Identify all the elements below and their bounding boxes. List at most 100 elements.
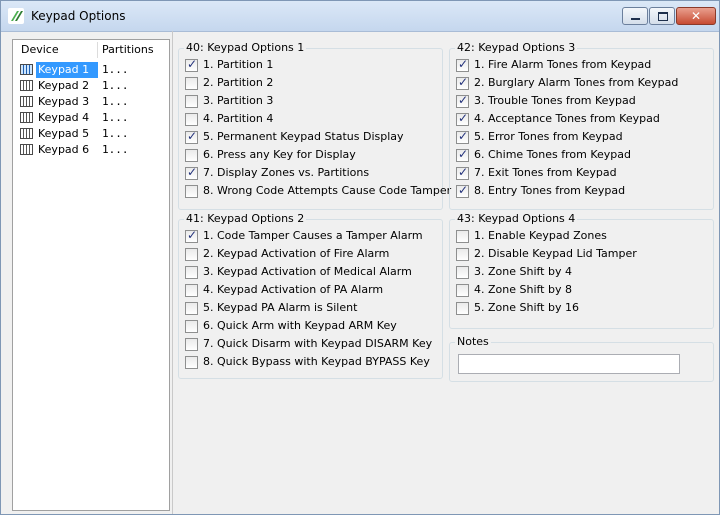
- keypad-icon: [20, 80, 33, 91]
- app-logo-icon: [8, 8, 24, 24]
- option-label[interactable]: 5. Keypad PA Alarm is Silent: [203, 301, 357, 314]
- device-partitions: 1...: [102, 111, 129, 124]
- checkbox[interactable]: [185, 302, 198, 315]
- checkbox[interactable]: [456, 183, 469, 198]
- checkbox[interactable]: [456, 284, 469, 297]
- option-label[interactable]: 4. Partition 4: [203, 112, 273, 125]
- option-label[interactable]: 6. Chime Tones from Keypad: [474, 148, 631, 161]
- device-row[interactable]: Keypad 2 1...: [17, 78, 169, 94]
- option-label[interactable]: 1. Enable Keypad Zones: [474, 229, 607, 242]
- maximize-icon: [658, 12, 668, 21]
- group-keypad-options-2: 41: Keypad Options 2 1. Code Tamper Caus…: [178, 212, 443, 379]
- device-row[interactable]: Keypad 5 1...: [17, 126, 169, 142]
- option-label[interactable]: 3. Keypad Activation of Medical Alarm: [203, 265, 412, 278]
- column-header-device[interactable]: Device: [21, 43, 59, 56]
- option-label[interactable]: 5. Permanent Keypad Status Display: [203, 130, 404, 143]
- checkbox[interactable]: [185, 95, 198, 108]
- checkbox[interactable]: [185, 129, 198, 144]
- panel-splitter[interactable]: [172, 31, 173, 514]
- option-label[interactable]: 1. Partition 1: [203, 58, 273, 71]
- device-partitions: 1...: [102, 63, 129, 76]
- option-label[interactable]: 7. Display Zones vs. Partitions: [203, 166, 369, 179]
- checkbox[interactable]: [456, 266, 469, 279]
- device-partitions: 1...: [102, 79, 129, 92]
- option-label[interactable]: 4. Keypad Activation of PA Alarm: [203, 283, 383, 296]
- option-label[interactable]: 4. Acceptance Tones from Keypad: [474, 112, 660, 125]
- option-label[interactable]: 7. Exit Tones from Keypad: [474, 166, 617, 179]
- notes-input[interactable]: [458, 354, 680, 374]
- option-label[interactable]: 3. Zone Shift by 4: [474, 265, 572, 278]
- checkbox[interactable]: [456, 111, 469, 126]
- device-row[interactable]: Keypad 4 1...: [17, 110, 169, 126]
- option-label[interactable]: 5. Zone Shift by 16: [474, 301, 579, 314]
- checkbox[interactable]: [185, 185, 198, 198]
- option-label[interactable]: 7. Quick Disarm with Keypad DISARM Key: [203, 337, 432, 350]
- keypad-icon: [20, 96, 33, 107]
- checkbox[interactable]: [185, 248, 198, 261]
- option-label[interactable]: 3. Partition 3: [203, 94, 273, 107]
- option-label[interactable]: 6. Press any Key for Display: [203, 148, 356, 161]
- checkbox[interactable]: [185, 165, 198, 180]
- checkbox[interactable]: [456, 75, 469, 90]
- group-notes: Notes: [449, 335, 714, 382]
- option-label[interactable]: 8. Wrong Code Attempts Cause Code Tamper: [203, 184, 451, 197]
- window-title: Keypad Options: [31, 9, 126, 23]
- group-title: 43: Keypad Options 4: [455, 212, 578, 225]
- option-label[interactable]: 2. Partition 2: [203, 76, 273, 89]
- device-partitions: 1...: [102, 143, 129, 156]
- title-bar[interactable]: Keypad Options ✕: [1, 1, 719, 32]
- device-row[interactable]: Keypad 6 1...: [17, 142, 169, 158]
- option-label[interactable]: 3. Trouble Tones from Keypad: [474, 94, 636, 107]
- checkbox[interactable]: [456, 57, 469, 72]
- group-keypad-options-3: 42: Keypad Options 3 1. Fire Alarm Tones…: [449, 41, 714, 210]
- keypad-options-window: Keypad Options ✕ Device Partitions Keypa…: [0, 0, 720, 515]
- group-keypad-options-1: 40: Keypad Options 1 1. Partition 1 2. Pa…: [178, 41, 451, 210]
- notes-label: Notes: [455, 335, 491, 348]
- device-name: Keypad 1: [36, 62, 98, 78]
- checkbox[interactable]: [185, 113, 198, 126]
- checkbox[interactable]: [185, 77, 198, 90]
- device-row[interactable]: Keypad 1 1...: [17, 62, 169, 78]
- checkbox[interactable]: [185, 266, 198, 279]
- option-label[interactable]: 1. Fire Alarm Tones from Keypad: [474, 58, 651, 71]
- group-title: 41: Keypad Options 2: [184, 212, 307, 225]
- option-label[interactable]: 2. Disable Keypad Lid Tamper: [474, 247, 637, 260]
- checkbox[interactable]: [456, 302, 469, 315]
- option-label[interactable]: 1. Code Tamper Causes a Tamper Alarm: [203, 229, 423, 242]
- option-label[interactable]: 2. Burglary Alarm Tones from Keypad: [474, 76, 678, 89]
- column-header-partitions[interactable]: Partitions: [102, 43, 154, 56]
- checkbox[interactable]: [185, 356, 198, 369]
- checkbox[interactable]: [185, 320, 198, 333]
- close-button[interactable]: ✕: [676, 7, 716, 25]
- checkbox[interactable]: [456, 93, 469, 108]
- option-label[interactable]: 8. Quick Bypass with Keypad BYPASS Key: [203, 355, 430, 368]
- column-divider[interactable]: [97, 42, 98, 58]
- device-list[interactable]: Device Partitions Keypad 1 1... Keypad 2 1.…: [12, 39, 170, 511]
- checkbox[interactable]: [456, 147, 469, 162]
- minimize-button[interactable]: [622, 7, 648, 25]
- option-label[interactable]: 4. Zone Shift by 8: [474, 283, 572, 296]
- checkbox[interactable]: [456, 248, 469, 261]
- device-partitions: 1...: [102, 95, 129, 108]
- group-title: 42: Keypad Options 3: [455, 41, 578, 54]
- keypad-icon: [20, 144, 33, 155]
- checkbox[interactable]: [456, 230, 469, 243]
- device-row[interactable]: Keypad 3 1...: [17, 94, 169, 110]
- checkbox[interactable]: [185, 338, 198, 351]
- checkbox[interactable]: [185, 284, 198, 297]
- option-label[interactable]: 2. Keypad Activation of Fire Alarm: [203, 247, 389, 260]
- checkbox[interactable]: [185, 149, 198, 162]
- device-name: Keypad 3: [38, 95, 90, 108]
- keypad-icon: [20, 64, 33, 75]
- group-title: 40: Keypad Options 1: [184, 41, 307, 54]
- option-label[interactable]: 6. Quick Arm with Keypad ARM Key: [203, 319, 397, 332]
- maximize-button[interactable]: [649, 7, 675, 25]
- checkbox[interactable]: [185, 228, 198, 243]
- checkbox[interactable]: [456, 165, 469, 180]
- checkbox[interactable]: [456, 129, 469, 144]
- device-name: Keypad 4: [38, 111, 90, 124]
- close-icon: ✕: [690, 9, 702, 23]
- option-label[interactable]: 8. Entry Tones from Keypad: [474, 184, 625, 197]
- option-label[interactable]: 5. Error Tones from Keypad: [474, 130, 623, 143]
- checkbox[interactable]: [185, 57, 198, 72]
